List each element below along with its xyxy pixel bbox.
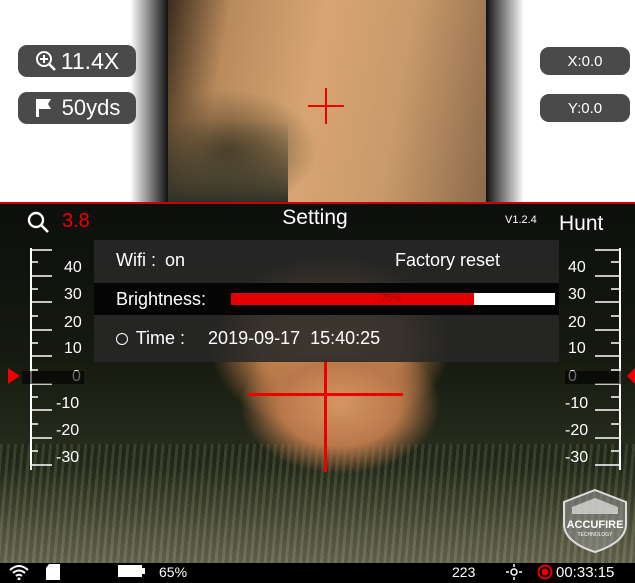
time-setting[interactable]: Time : 2019-09-17 15:40:25 [116, 328, 380, 349]
scope-image-bottom [240, 354, 440, 524]
left-zero-highlight [22, 371, 84, 384]
right-scale-label: 40 [568, 259, 586, 276]
left-elevation-scale: 40 30 20 10 0 -10 -20 -30 [8, 228, 82, 478]
brightness-percent: 75% [381, 293, 402, 304]
factory-reset-button[interactable]: Factory reset [395, 250, 500, 271]
left-scale-ticks [30, 249, 52, 466]
brightness-slider[interactable]: 75% [231, 293, 555, 305]
right-elevation-scale: 40 30 20 10 0 -10 -20 -30 [565, 228, 629, 478]
right-scale-label: -10 [565, 395, 589, 412]
left-scale-label: 10 [64, 340, 82, 357]
wifi-icon [8, 564, 30, 583]
y-offset-text: Y:0.0 [567, 99, 603, 117]
wifi-label: Wifi : [116, 250, 156, 270]
left-zero-marker [8, 368, 20, 384]
time-label: Time : [135, 328, 186, 348]
left-scale-label: -10 [56, 395, 80, 412]
sd-card-icon [46, 564, 60, 583]
version-label: V1.2.4 [505, 214, 537, 226]
zoom-level-badge[interactable]: 11.4X [18, 45, 136, 77]
svg-text:ACCUFIRE: ACCUFIRE [567, 519, 624, 531]
distance-badge[interactable]: 50yds [18, 92, 136, 124]
right-scale-label: 20 [568, 314, 586, 331]
svg-text:TECHNOLOGY: TECHNOLOGY [577, 532, 613, 538]
time-radio-icon [116, 333, 128, 346]
zoom-value: 3.8 [62, 210, 90, 232]
y-offset-badge[interactable]: Y:0.0 [540, 94, 630, 122]
wifi-value: on [165, 250, 186, 270]
vignette-right [486, 0, 524, 204]
accufire-logo: ACCUFIRE TECHNOLOGY [556, 488, 634, 554]
frame-counter: 223 [452, 564, 476, 580]
mode-label[interactable]: Hunt [559, 212, 603, 236]
brightness-fill [231, 293, 474, 305]
time-value: 2019-09-17 15:40:25 [208, 328, 381, 348]
right-scale-label: 10 [568, 340, 586, 357]
left-scale-label: 20 [64, 314, 82, 331]
search-icon[interactable] [26, 210, 50, 239]
main-crosshair-vertical [324, 360, 327, 472]
status-bar: 65% 223 00:33:15 [0, 563, 635, 581]
x-offset-badge[interactable]: X:0.0 [540, 47, 630, 75]
right-scale-label: 30 [568, 286, 586, 303]
recording-time: 00:33:15 [556, 564, 615, 581]
right-zero-highlight [565, 371, 621, 384]
left-scale-label: -20 [56, 422, 80, 439]
scope-image-top [168, 0, 486, 204]
right-scale-label: -30 [565, 449, 589, 466]
x-offset-text: X:0.0 [567, 52, 603, 70]
left-scale-label: -30 [56, 449, 80, 466]
brightness-icon [506, 564, 522, 583]
right-scale-ticks [595, 248, 621, 470]
settings-title: Setting [282, 206, 348, 229]
distance-text: 50yds [61, 95, 121, 120]
wifi-setting[interactable]: Wifi : on [116, 250, 185, 271]
right-zero-marker [627, 368, 635, 384]
brightness-label: Brightness: [116, 289, 207, 309]
flag-icon [34, 97, 54, 119]
record-icon [537, 564, 553, 583]
zoom-level-text: 11.4X [60, 47, 120, 74]
left-scale-label: 40 [64, 259, 82, 276]
zoom-in-icon [35, 50, 57, 72]
divider-line [0, 202, 635, 204]
battery-percent: 65% [159, 564, 188, 580]
crosshair-vertical [325, 88, 327, 124]
battery-icon [118, 564, 146, 581]
right-scale-label: -20 [565, 422, 589, 439]
left-scale-label: 30 [64, 286, 82, 303]
